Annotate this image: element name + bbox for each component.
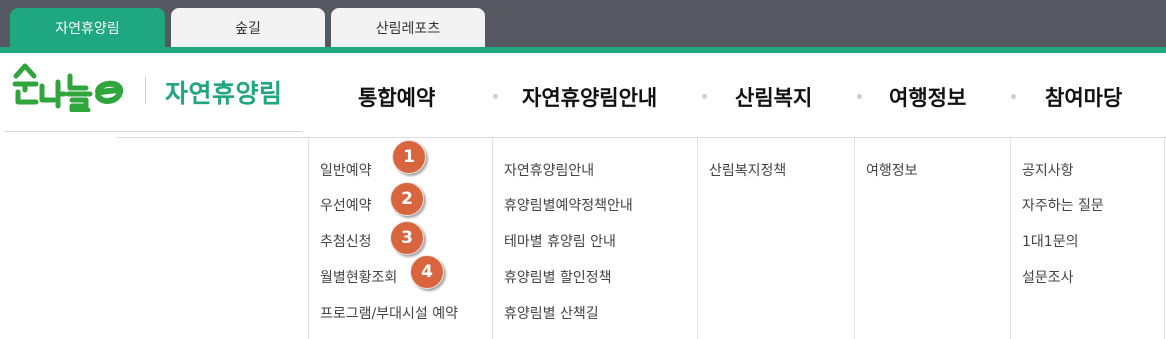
- site-tab-forest-trail[interactable]: 숲길: [171, 8, 325, 47]
- submenu-forest-guide-item[interactable]: 자연휴양림안내: [504, 160, 594, 180]
- gnb-travel-info[interactable]: 여행정보: [889, 82, 966, 112]
- gnb-separator-dot: [702, 94, 707, 99]
- site-tab-label: 숲길: [235, 20, 261, 37]
- submenu-participation: 공지사항 자주하는 질문 1대1문의 설문조사: [1010, 138, 1165, 339]
- submenu-forest-welfare: 산림복지정책: [697, 138, 854, 339]
- submenu-welfare-policy[interactable]: 산림복지정책: [709, 160, 786, 180]
- submenu-general-reservation[interactable]: 일반예약: [320, 160, 372, 180]
- submenu-theme-guide[interactable]: 테마별 휴양림 안내: [504, 231, 616, 251]
- logo-divider: [145, 76, 146, 104]
- gnb-forest-guide[interactable]: 자연휴양림안내: [522, 82, 657, 112]
- site-tab-recreation-forest[interactable]: 자연휴양림: [10, 8, 165, 47]
- submenu-travel-info: 여행정보: [854, 138, 1010, 339]
- site-tab-label: 산림레포츠: [375, 20, 441, 37]
- gnb-forest-welfare[interactable]: 산림복지: [735, 82, 812, 112]
- step-badge-2: 2: [390, 182, 424, 216]
- submenu-notice[interactable]: 공지사항: [1022, 160, 1074, 180]
- gnb-separator-dot: [857, 94, 862, 99]
- sup-nadeul-e-logo-icon: [12, 63, 123, 112]
- submenu-travel-info-item[interactable]: 여행정보: [866, 160, 918, 180]
- step-badge-3: 3: [390, 221, 424, 255]
- site-title[interactable]: 자연휴양림: [165, 74, 283, 110]
- logo-underline: [5, 131, 303, 132]
- gnb-separator-dot: [1011, 94, 1016, 99]
- site-tab-forest-leports[interactable]: 산림레포츠: [331, 8, 485, 47]
- gnb-integrated-reservation[interactable]: 통합예약: [358, 82, 435, 112]
- submenu-one-on-one-inquiry[interactable]: 1대1문의: [1022, 231, 1078, 251]
- site-tab-label: 자연휴양림: [55, 20, 120, 37]
- submenu-program-facility-reservation[interactable]: 프로그램/부대시설 예약: [320, 303, 458, 323]
- site-tab-bar: 자연휴양림 숲길 산림레포츠: [0, 0, 1166, 47]
- step-badge-1: 1: [392, 140, 426, 174]
- submenu-lottery-application[interactable]: 추첨신청: [320, 231, 372, 251]
- site-logo[interactable]: [12, 62, 124, 112]
- submenu-walking-trail[interactable]: 휴양림별 산책길: [504, 303, 599, 323]
- gnb-participation[interactable]: 참여마당: [1045, 82, 1122, 112]
- submenu-monthly-status[interactable]: 월별현황조회: [320, 267, 397, 287]
- step-badge-4: 4: [410, 255, 444, 289]
- header-accent-bar: [0, 47, 1166, 53]
- submenu-reservation-policy[interactable]: 휴양림별예약정책안내: [504, 195, 633, 215]
- submenu-discount-policy[interactable]: 휴양림별 할인정책: [504, 267, 612, 287]
- submenu-priority-reservation[interactable]: 우선예약: [320, 195, 372, 215]
- gnb-separator-dot: [493, 94, 498, 99]
- submenu-faq[interactable]: 자주하는 질문: [1022, 195, 1104, 215]
- submenu-forest-guide: 자연휴양림안내 휴양림별예약정책안내 테마별 휴양림 안내 휴양림별 할인정책 …: [492, 138, 697, 339]
- submenu-survey[interactable]: 설문조사: [1022, 267, 1074, 287]
